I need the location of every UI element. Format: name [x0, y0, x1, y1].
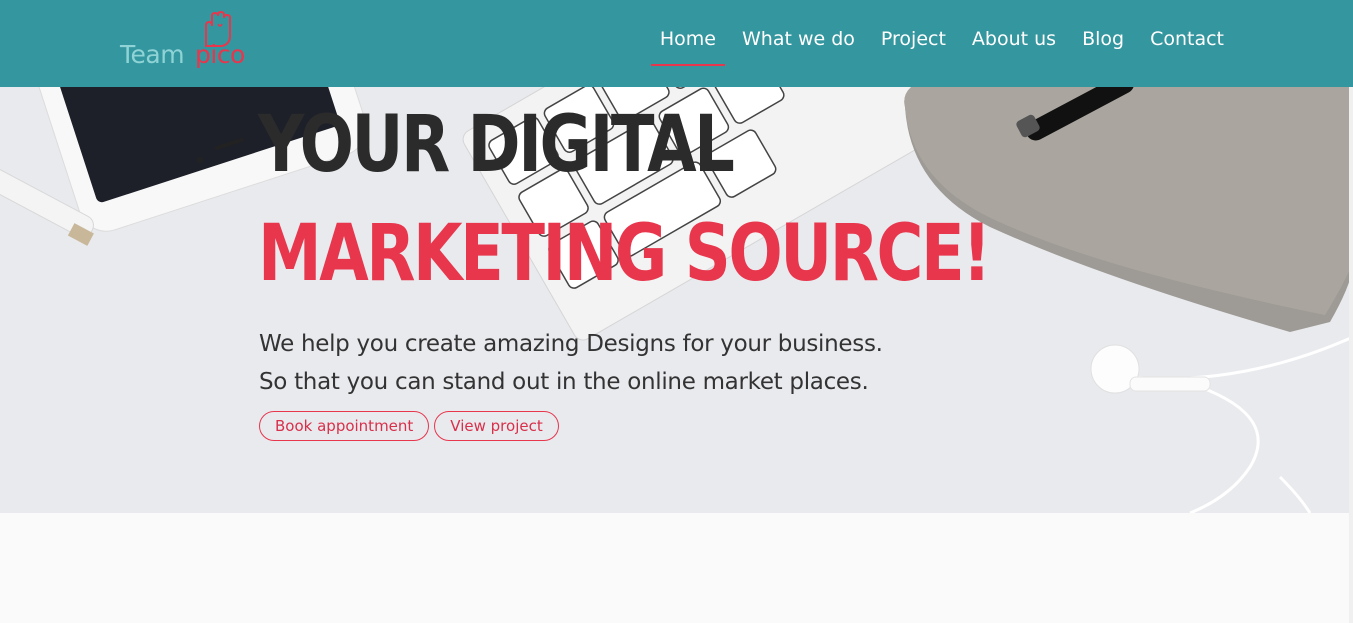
hero-headline-line2: MARKETING SOURCE!: [258, 209, 991, 299]
page-scrollbar[interactable]: [1349, 0, 1353, 623]
nav-item-blog[interactable]: Blog: [1073, 24, 1133, 66]
hero-subtext: We help you create amazing Designs for y…: [259, 325, 979, 401]
nav-item-what-we-do[interactable]: What we do: [733, 24, 864, 66]
nav-item-contact[interactable]: Contact: [1141, 24, 1233, 66]
main-nav: Home What we do Project About us Blog Co…: [643, 24, 1233, 66]
team-pico-logo[interactable]: Team pico: [118, 10, 248, 76]
book-appointment-button[interactable]: Book appointment: [259, 411, 430, 441]
top-navbar: Team pico Home What we do Project About …: [0, 0, 1353, 87]
hero-buttons: Book appointment View project: [259, 411, 559, 441]
view-project-button[interactable]: View project: [434, 411, 559, 441]
logo-text-team: Team: [120, 40, 185, 69]
hero-headline-line1: YOUR DIGITAL: [258, 100, 735, 190]
nav-item-project[interactable]: Project: [872, 24, 955, 66]
hero-subtext-line1: We help you create amazing Designs for y…: [259, 331, 883, 357]
hero-subtext-line2: So that you can stand out in the online …: [259, 369, 869, 395]
nav-item-about-us[interactable]: About us: [963, 24, 1065, 66]
logo-text-pico: pico: [195, 40, 245, 69]
nav-item-home[interactable]: Home: [650, 24, 726, 66]
